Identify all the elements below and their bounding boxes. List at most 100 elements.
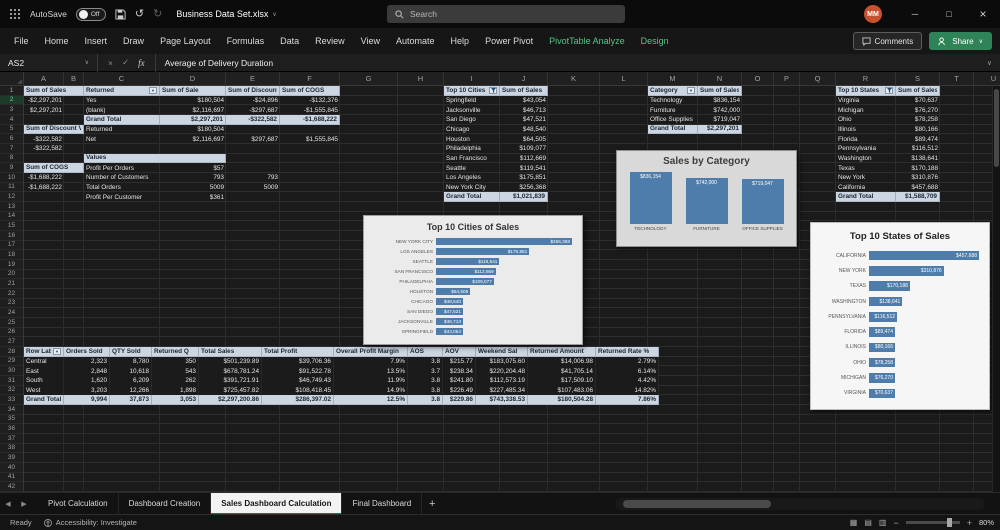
cell[interactable]: South: [24, 375, 64, 386]
title-caret-icon[interactable]: ∨: [272, 11, 276, 18]
row-header-11[interactable]: 11: [0, 183, 23, 193]
sheet-nav-left-icon[interactable]: ◀: [0, 500, 16, 508]
cell[interactable]: -$2,297,201: [24, 96, 64, 106]
ribbon-tab-pivottable-analyze[interactable]: PivotTable Analyze: [541, 28, 633, 54]
row-header-38[interactable]: 38: [0, 444, 23, 454]
cell[interactable]: $108,418.45: [262, 385, 334, 396]
cell[interactable]: $220,204.48: [476, 366, 528, 376]
cell[interactable]: $361: [160, 192, 226, 202]
cell[interactable]: $175,851: [500, 173, 548, 183]
cell[interactable]: $64,505: [500, 134, 548, 144]
cell[interactable]: $39,706.36: [262, 356, 334, 367]
cell[interactable]: San Diego: [444, 115, 500, 125]
cell[interactable]: Orders Sold: [64, 346, 110, 357]
row-header-31[interactable]: 31: [0, 376, 23, 386]
ribbon-tab-formulas[interactable]: Formulas: [219, 28, 273, 54]
ribbon-tab-power-pivot[interactable]: Power Pivot: [477, 28, 541, 54]
cell[interactable]: 3.8: [408, 395, 443, 405]
column-header-d[interactable]: D: [160, 72, 226, 85]
cell[interactable]: $48,540: [500, 125, 548, 135]
sheet-tab-final-dashboard[interactable]: Final Dashboard: [342, 492, 423, 515]
row-header-29[interactable]: 29: [0, 357, 23, 367]
cell[interactable]: $170,188: [896, 163, 940, 173]
cell[interactable]: Net: [84, 134, 160, 144]
cell[interactable]: Ohio: [836, 115, 896, 125]
cell[interactable]: Grand Total: [24, 395, 64, 405]
undo-icon[interactable]: ↺: [135, 8, 144, 20]
cell[interactable]: $41,705.14: [528, 366, 596, 376]
cell[interactable]: $678,781.24: [199, 366, 262, 376]
cell[interactable]: Office Supplies: [648, 115, 698, 125]
ribbon-tab-review[interactable]: Review: [307, 28, 353, 54]
cell[interactable]: $57: [160, 163, 226, 173]
cell[interactable]: $70,637: [896, 96, 940, 106]
cell[interactable]: $119,541: [500, 163, 548, 173]
ribbon-tab-view[interactable]: View: [353, 28, 388, 54]
cell[interactable]: Returned Rate %: [596, 346, 659, 357]
column-header-b[interactable]: B: [64, 72, 84, 85]
cell[interactable]: $1,021,839: [500, 192, 548, 202]
ribbon-tab-automate[interactable]: Automate: [388, 28, 443, 54]
minimize-button[interactable]: ─: [898, 0, 932, 28]
row-header-25[interactable]: 25: [0, 318, 23, 328]
cell[interactable]: 350: [152, 356, 199, 367]
cell[interactable]: 5009: [160, 183, 226, 193]
formula-input[interactable]: Average of Delivery Duration: [156, 58, 979, 68]
sheet-tab-pivot-calculation[interactable]: Pivot Calculation: [38, 492, 119, 515]
column-header-a[interactable]: A: [24, 72, 64, 85]
row-header-34[interactable]: 34: [0, 405, 23, 415]
cell[interactable]: QTY Sold: [110, 346, 152, 357]
row-header-14[interactable]: 14: [0, 212, 23, 222]
cell[interactable]: Technology: [648, 96, 698, 106]
cell[interactable]: Sum of Sales: [896, 86, 940, 96]
cell[interactable]: Springfield: [444, 96, 500, 106]
cell[interactable]: Grand Total: [84, 114, 160, 125]
cell[interactable]: Weekend Sal: [476, 346, 528, 357]
cell[interactable]: Sum of Sale: [160, 86, 226, 96]
cell[interactable]: 13.5%: [334, 366, 408, 376]
cell[interactable]: East: [24, 366, 64, 376]
sheet-tab-sales-dashboard-calculation[interactable]: Sales Dashboard Calculation: [211, 492, 343, 515]
cell[interactable]: -$1,688,222: [280, 114, 340, 125]
row-header-40[interactable]: 40: [0, 463, 23, 473]
cell[interactable]: 7.86%: [596, 395, 659, 405]
cell[interactable]: AOV: [443, 346, 476, 357]
cell[interactable]: -$297,687: [226, 105, 280, 115]
cell[interactable]: Sum of COGS: [24, 163, 84, 173]
row-header-36[interactable]: 36: [0, 424, 23, 434]
cell[interactable]: Row Label▼: [24, 346, 64, 357]
row-header-8[interactable]: 8: [0, 154, 23, 164]
cell[interactable]: 3.8: [408, 385, 443, 396]
cell[interactable]: $2,297,200.86: [199, 395, 262, 405]
row-header-16[interactable]: 16: [0, 231, 23, 241]
cell[interactable]: -$1,555,845: [280, 105, 340, 115]
column-header-n[interactable]: N: [698, 72, 742, 85]
share-button[interactable]: Share ∨: [929, 32, 992, 50]
cell[interactable]: $457,688: [896, 183, 940, 193]
row-header-6[interactable]: 6: [0, 134, 23, 144]
row-header-9[interactable]: 9: [0, 163, 23, 173]
cell[interactable]: $76,270: [896, 105, 940, 115]
cell[interactable]: 3,203: [64, 385, 110, 396]
cell[interactable]: Profit Per Orders: [84, 163, 160, 173]
zoom-level[interactable]: 80%: [979, 518, 994, 527]
row-header-32[interactable]: 32: [0, 386, 23, 396]
cell[interactable]: 262: [152, 375, 199, 386]
cell[interactable]: $227,485.34: [476, 385, 528, 396]
row-header-22[interactable]: 22: [0, 289, 23, 299]
cell[interactable]: 3.8: [408, 375, 443, 386]
cell[interactable]: $1,588,709: [896, 192, 940, 202]
cell[interactable]: 6,209: [110, 375, 152, 386]
vertical-scrollbar[interactable]: [992, 86, 1000, 492]
ribbon-tab-page-layout[interactable]: Page Layout: [152, 28, 219, 54]
cell[interactable]: Returned ▼: [84, 86, 160, 96]
cell[interactable]: 9,994: [64, 395, 110, 405]
row-header-33[interactable]: 33: [0, 395, 23, 405]
row-header-23[interactable]: 23: [0, 299, 23, 309]
column-header-s[interactable]: S: [896, 72, 940, 85]
chart-top-10-states[interactable]: Top 10 States of Sales CALIFORNIA $457,68…: [810, 222, 990, 410]
cell[interactable]: $286,397.02: [262, 395, 334, 405]
cell[interactable]: $2,116,697: [160, 134, 226, 144]
maximize-button[interactable]: □: [932, 0, 966, 28]
cell[interactable]: $743,338.53: [476, 395, 528, 405]
